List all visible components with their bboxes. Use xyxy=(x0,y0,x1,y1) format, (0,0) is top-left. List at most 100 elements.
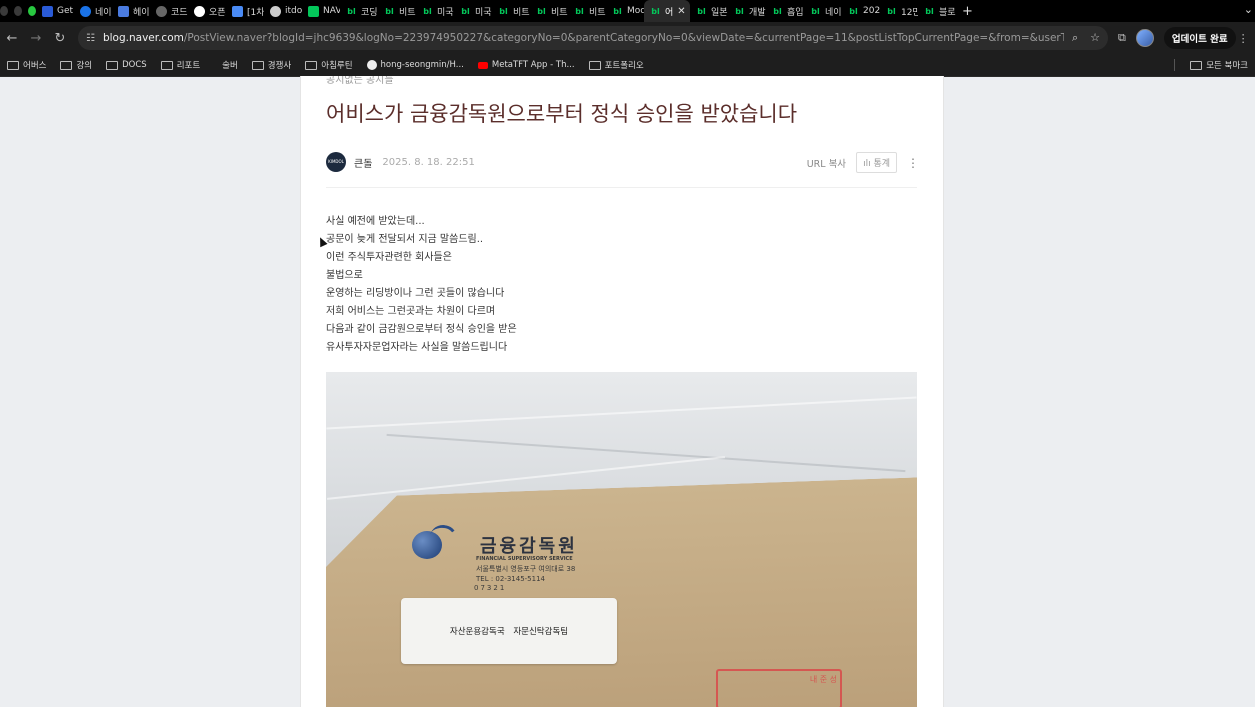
bookmarks-bar: 어버스 강의 DOCS 리포트 술버 경쟁사 아침루틴 hong-seongmin/H... M… xyxy=(0,54,1255,77)
folder-icon xyxy=(160,60,173,70)
close-tab-icon[interactable]: ✕ xyxy=(677,6,685,17)
blog-icon: bl xyxy=(811,6,820,16)
tab-17[interactable]: bl 일본 : xyxy=(690,0,728,22)
stats-button[interactable]: ılı 통계 xyxy=(856,152,897,173)
red-stamp: 내 준 성 xyxy=(716,669,842,707)
all-bookmarks-item[interactable]: 모든 북마크 xyxy=(1183,59,1255,71)
tab-15[interactable]: bl Moci xyxy=(606,0,644,22)
bookmark-item[interactable]: DOCS xyxy=(99,60,154,70)
bookmark-item[interactable]: 술버 xyxy=(207,59,245,71)
zoom-window-button[interactable] xyxy=(28,6,36,16)
tab-7[interactable]: NAVI xyxy=(302,0,340,22)
tab-20[interactable]: bl 네이버 xyxy=(804,0,842,22)
folder-icon xyxy=(60,60,73,70)
tab-18[interactable]: bl 개발자 xyxy=(728,0,766,22)
post-photo[interactable]: 금융감독원 FINANCIAL SUPERVISORY SERVICE 서울특별… xyxy=(326,372,917,707)
bookmark-item[interactable]: 어버스 xyxy=(0,59,53,71)
tab-8[interactable]: bl 코딩 xyxy=(340,0,378,22)
reload-button[interactable]: ↻ xyxy=(48,31,72,46)
blog-icon: bl xyxy=(347,6,356,16)
tab-11[interactable]: bl 미국 : xyxy=(454,0,492,22)
tab-6[interactable]: itdoc xyxy=(264,0,302,22)
tab-4[interactable]: 오픈소 xyxy=(188,0,226,22)
tab-16[interactable]: bl 어 ✕ xyxy=(644,0,690,22)
url-path: /PostView.naver?blogId=jhc9639&logNo=223… xyxy=(183,32,1064,44)
bookmark-item[interactable]: 포트폴리오 xyxy=(582,59,651,71)
folder-icon xyxy=(305,60,318,70)
post-body-line: 사실 예전에 받았는데... xyxy=(326,216,425,227)
youtube-icon xyxy=(477,61,488,69)
doc-icon xyxy=(118,5,129,17)
author-name[interactable]: 큰돌 xyxy=(354,155,372,170)
post-body-line: 다음과 같이 금감원으로부터 정식 승인을 받은 xyxy=(326,324,517,335)
tab-label: 비트코 xyxy=(399,7,416,18)
folder-icon xyxy=(1190,60,1203,70)
tab-13[interactable]: bl 비트코 xyxy=(530,0,568,22)
tab-3[interactable]: 코드 : xyxy=(150,0,188,22)
openai-icon xyxy=(156,5,167,17)
tab-21[interactable]: bl 2025 xyxy=(842,0,880,22)
forward-button[interactable]: → xyxy=(24,31,48,46)
fss-name: 금융감독원 xyxy=(480,536,578,557)
tab-12[interactable]: bl 비트코 xyxy=(492,0,530,22)
naver-n-icon xyxy=(308,5,319,17)
google-icon xyxy=(194,5,205,17)
bookmark-item[interactable]: MetaTFT App - Th... xyxy=(471,60,582,70)
tab-2[interactable]: 헤이정 xyxy=(112,0,150,22)
minimize-window-button[interactable] xyxy=(14,6,22,16)
stats-label: 통계 xyxy=(873,159,890,169)
tab-label: 흡입 : xyxy=(787,7,804,18)
post-title: 어비스가 금융감독원으로부터 정식 승인을 받았습니다 xyxy=(326,102,798,126)
close-window-button[interactable] xyxy=(0,6,8,16)
bookmark-star-icon[interactable]: ☆ xyxy=(1090,31,1100,45)
sheet-fold xyxy=(326,396,917,430)
blog-icon: bl xyxy=(613,6,622,16)
window-controls xyxy=(0,6,36,16)
extensions-icon[interactable]: ⧉ xyxy=(1118,31,1126,45)
bookmark-item[interactable]: 아침루틴 xyxy=(298,59,359,71)
back-button[interactable]: ← xyxy=(0,31,24,46)
post-body-line: 공문이 늦게 전달되서 지금 말씀드림.. xyxy=(326,234,484,245)
blog-icon: bl xyxy=(697,6,706,16)
profile-avatar[interactable] xyxy=(1135,29,1154,47)
post-body: 사실 예전에 받았는데... 공문이 늦게 전달되서 지금 말씀드림.. 이런 주식… xyxy=(326,213,517,357)
tab-label: Moci xyxy=(627,6,644,16)
tab-23[interactable]: bl 블로그 xyxy=(918,0,956,22)
menu-kebab-icon[interactable]: ⋮ xyxy=(1238,32,1249,45)
tab-1[interactable]: 네이버 xyxy=(74,0,112,22)
bookmark-item[interactable]: 경쟁사 xyxy=(245,59,298,71)
zoom-icon[interactable]: ⌕ xyxy=(1072,31,1078,45)
blog-icon: bl xyxy=(575,6,584,16)
tab-5[interactable]: [1차 : xyxy=(226,0,264,22)
author-avatar[interactable]: KIMDOL xyxy=(326,152,346,172)
tab-22[interactable]: bl 12만 xyxy=(880,0,918,22)
new-tab-button[interactable]: + xyxy=(962,4,973,19)
tab-9[interactable]: bl 비트코 xyxy=(378,0,416,22)
tab-label: 12만 xyxy=(901,7,918,18)
more-options-icon[interactable]: ⋮ xyxy=(907,156,919,170)
bookmark-item[interactable]: 강의 xyxy=(53,59,99,71)
tab-label: 코드 : xyxy=(171,7,188,18)
site-info-icon[interactable]: ☷ xyxy=(86,33,95,44)
tab-search-icon[interactable]: ⌄ xyxy=(1244,3,1253,16)
post-body-line: 운영하는 리딩방이나 그런 곳들이 많습니다 xyxy=(326,288,505,299)
tab-14[interactable]: bl 비트코 xyxy=(568,0,606,22)
tab-label: 일본 : xyxy=(711,7,728,18)
blog-icon: bl xyxy=(537,6,546,16)
url-copy-button[interactable]: URL 복사 xyxy=(807,156,846,170)
post-body-line: 저희 어비스는 그런곳과는 차원이 다르며 xyxy=(326,306,496,317)
blog-icon: bl xyxy=(735,6,744,16)
bookmark-item[interactable]: 리포트 xyxy=(154,59,207,71)
update-button[interactable]: 업데이트 완료 xyxy=(1163,27,1236,49)
bookmark-label: DOCS xyxy=(122,60,147,70)
tab-label: 네이버 xyxy=(825,7,842,18)
post-category[interactable]: 공지없는 공지들 xyxy=(326,76,394,86)
tab-10[interactable]: bl 미국 : xyxy=(416,0,454,22)
fss-zip: 07321 xyxy=(474,584,507,592)
tab-0[interactable]: Get s xyxy=(36,0,74,22)
chart-icon: ılı xyxy=(863,159,874,169)
address-bar[interactable]: ☷ blog.naver.com/PostView.naver?blogId=j… xyxy=(78,26,1108,50)
tab-19[interactable]: bl 흡입 : xyxy=(766,0,804,22)
bookmark-label: 경쟁사 xyxy=(267,61,292,71)
bookmark-item[interactable]: hong-seongmin/H... xyxy=(360,60,471,70)
